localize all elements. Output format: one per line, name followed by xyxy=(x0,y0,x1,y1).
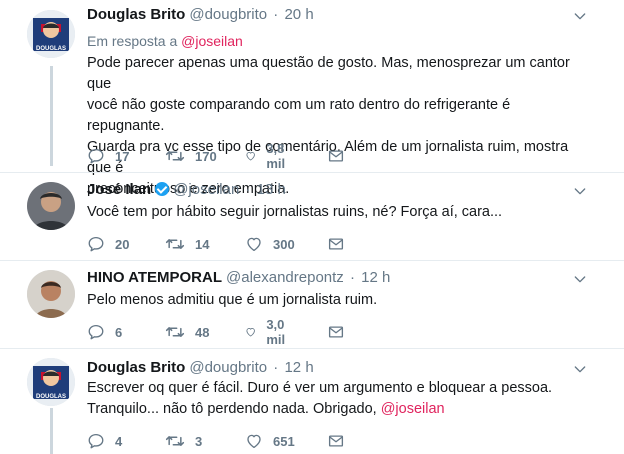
tweet-header: Douglas Brito @dougbrito · 20 h xyxy=(87,5,314,25)
like-count: 3,0 mil xyxy=(266,317,286,347)
display-name[interactable]: HINO ATEMPORAL xyxy=(87,269,222,286)
retweet-icon xyxy=(165,431,185,451)
avatar[interactable] xyxy=(27,10,75,58)
reply-icon xyxy=(87,235,105,253)
reply-context: Em resposta a @joseilan xyxy=(87,32,243,50)
direct-message-button[interactable] xyxy=(327,146,355,166)
retweet-count: 14 xyxy=(195,236,210,252)
tweet-header: Douglas Brito @dougbrito · 12 h xyxy=(87,358,314,378)
avatar[interactable] xyxy=(27,358,75,406)
retweet-button[interactable]: 14 xyxy=(165,234,209,254)
tweet-text-line: Escrever oq quer é fácil. Duro é ver um … xyxy=(87,380,553,396)
direct-message-button[interactable] xyxy=(327,322,355,342)
direct-message-button[interactable] xyxy=(327,234,355,254)
username[interactable]: @alexandrepontz xyxy=(226,269,344,286)
heart-icon xyxy=(245,147,256,165)
display-name[interactable]: José Ilan xyxy=(87,181,151,198)
username[interactable]: @dougbrito xyxy=(189,359,267,376)
reply-icon xyxy=(87,432,105,450)
username[interactable]: @dougbrito xyxy=(189,6,267,23)
reply-button[interactable]: 20 xyxy=(87,234,129,254)
thread-line xyxy=(50,66,53,166)
reply-button[interactable]: 4 xyxy=(87,431,122,451)
tweet-text-line: Pelo menos admitiu que é um jornalista r… xyxy=(87,292,378,308)
retweet-button[interactable]: 170 xyxy=(165,146,217,166)
tweet-divider xyxy=(0,260,624,261)
chevron-down-icon[interactable] xyxy=(572,183,588,199)
reply-count: 4 xyxy=(115,433,123,449)
timestamp[interactable]: 13 h xyxy=(257,181,286,198)
tweet-text: Pelo menos admitiu que é um jornalista r… xyxy=(87,290,587,311)
like-button[interactable]: 651 xyxy=(245,431,295,451)
like-button[interactable]: 300 xyxy=(245,234,295,254)
reply-prefix: Em resposta a xyxy=(87,33,178,49)
avatar[interactable] xyxy=(27,270,75,318)
envelope-icon xyxy=(327,147,345,165)
separator-dot: · xyxy=(273,359,279,376)
tweet-text: Você tem por hábito seguir jornalistas r… xyxy=(87,202,587,223)
display-name[interactable]: Douglas Brito xyxy=(87,6,185,23)
like-count: 300 xyxy=(273,236,295,252)
separator-dot: · xyxy=(349,269,355,286)
chevron-down-icon[interactable] xyxy=(572,361,588,377)
verified-badge-icon xyxy=(155,182,170,196)
tweet-header: HINO ATEMPORAL @alexandrepontz · 12 h xyxy=(87,268,390,288)
tweet-text-line: Pode parecer apenas uma questão de gosto… xyxy=(87,55,570,92)
retweet-icon xyxy=(165,146,185,166)
reply-count: 6 xyxy=(115,324,123,340)
tweet-divider xyxy=(0,172,624,173)
envelope-icon xyxy=(327,235,345,253)
username[interactable]: @joseilan xyxy=(173,181,239,198)
tweet-text: Escrever oq quer é fácil. Duro é ver um … xyxy=(87,378,587,420)
like-button[interactable]: 3,8 mil xyxy=(245,141,292,171)
retweet-count: 48 xyxy=(195,324,210,340)
reply-button[interactable]: 17 xyxy=(87,146,129,166)
tweet-text-line: Você tem por hábito seguir jornalistas r… xyxy=(87,204,503,220)
reply-button[interactable]: 6 xyxy=(87,322,122,342)
chevron-down-icon[interactable] xyxy=(572,271,588,287)
envelope-icon xyxy=(327,323,345,341)
like-button[interactable]: 3,0 mil xyxy=(245,317,292,347)
chevron-down-icon[interactable] xyxy=(572,8,588,24)
reply-count: 20 xyxy=(115,236,130,252)
tweet-divider xyxy=(0,348,624,349)
separator-dot: · xyxy=(273,6,279,23)
tweet-header: José Ilan @joseilan · 13 h xyxy=(87,180,286,200)
separator-dot: · xyxy=(245,181,251,198)
heart-icon xyxy=(245,323,256,341)
retweet-count: 170 xyxy=(195,148,217,164)
like-count: 651 xyxy=(273,433,295,449)
reply-count: 17 xyxy=(115,148,130,164)
tweet-text-line: Tranquilo... não tô perdendo nada. Obrig… xyxy=(87,399,587,420)
thread-line xyxy=(50,408,53,454)
display-name[interactable]: Douglas Brito xyxy=(87,359,185,376)
like-count: 3,8 mil xyxy=(266,141,286,171)
retweet-button[interactable]: 3 xyxy=(165,431,202,451)
timestamp[interactable]: 12 h xyxy=(361,269,390,286)
retweet-icon xyxy=(165,234,185,254)
tweet-text: Pode parecer apenas uma questão de gosto… xyxy=(87,53,587,200)
direct-message-button[interactable] xyxy=(327,431,355,451)
timestamp[interactable]: 12 h xyxy=(284,359,313,376)
envelope-icon xyxy=(327,432,345,450)
heart-icon xyxy=(245,235,263,253)
retweet-icon xyxy=(165,322,185,342)
mention-link[interactable]: @joseilan xyxy=(181,33,243,49)
reply-icon xyxy=(87,323,105,341)
avatar[interactable] xyxy=(27,182,75,230)
retweet-button[interactable]: 48 xyxy=(165,322,209,342)
mention-link[interactable]: @joseilan xyxy=(381,401,445,417)
reply-icon xyxy=(87,147,105,165)
heart-icon xyxy=(245,432,263,450)
tweet-text-fragment: Tranquilo... não tô perdendo nada. Obrig… xyxy=(87,401,381,417)
retweet-count: 3 xyxy=(195,433,203,449)
tweet-text-line: você não goste comparando com um rato de… xyxy=(87,97,511,134)
timestamp[interactable]: 20 h xyxy=(284,6,313,23)
